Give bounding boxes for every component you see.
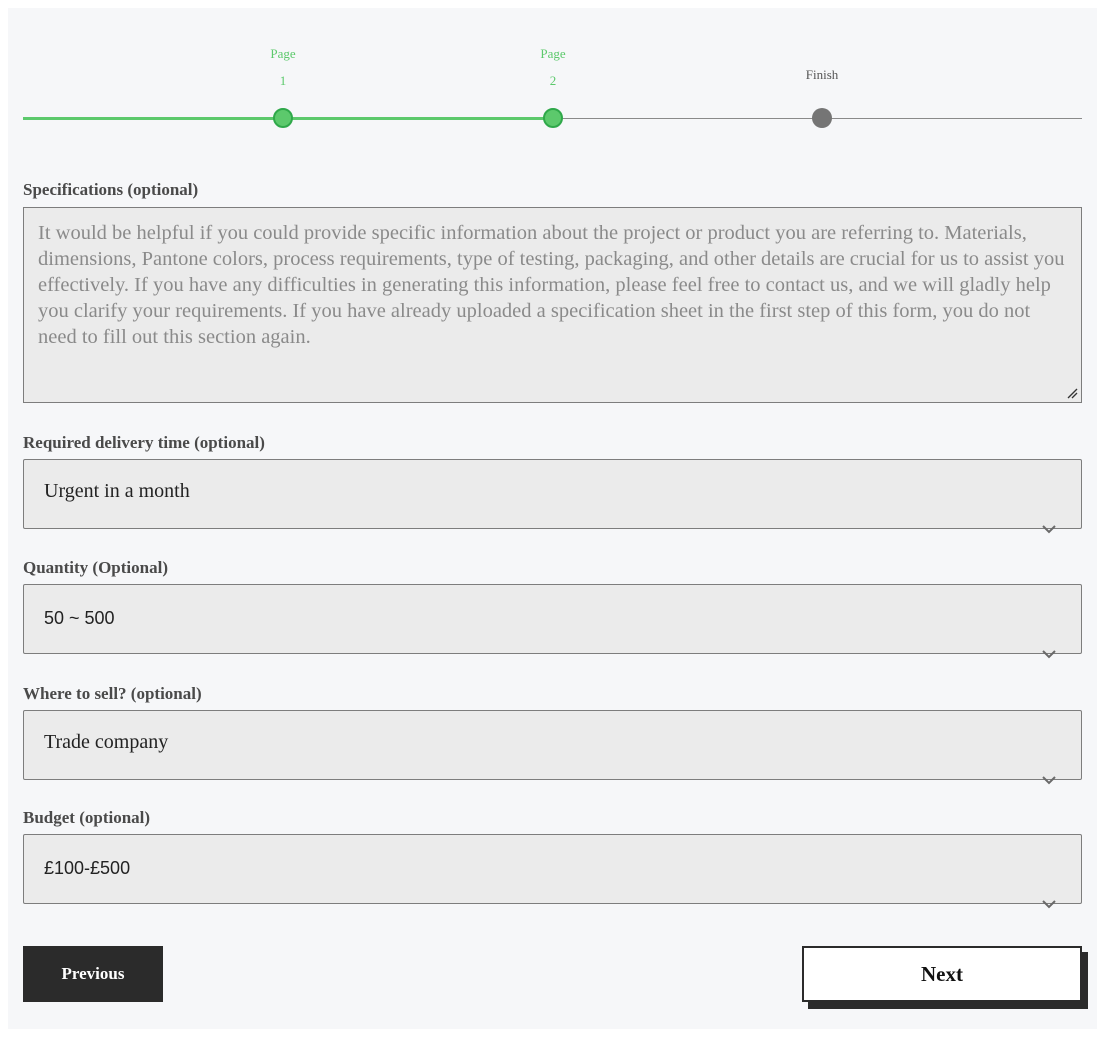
chevron-down-icon: [1042, 650, 1056, 659]
progress-step-finish: Finish: [782, 40, 862, 128]
specifications-textarea[interactable]: It would be helpful if you could provide…: [23, 207, 1082, 403]
progress-step-label: Page 1: [243, 40, 323, 94]
previous-button[interactable]: Previous: [23, 946, 163, 1002]
progress-step-title: Finish: [805, 66, 839, 82]
where-to-sell-select[interactable]: Trade company: [23, 710, 1082, 785]
budget-select[interactable]: £100-£500: [23, 834, 1082, 909]
budget-label: Budget (optional): [23, 808, 151, 827]
specifications-label: Specifications (optional): [23, 180, 199, 199]
step-pending-icon: [812, 108, 832, 128]
chevron-down-icon: [1042, 525, 1056, 534]
step-complete-icon: [273, 108, 293, 128]
quantity-select[interactable]: 50 ~ 500: [23, 584, 1082, 659]
progress-bar: Page 1 Page 2 Finish: [23, 40, 1082, 140]
specifications-placeholder: It would be helpful if you could provide…: [38, 222, 1065, 348]
progress-step-number: 1: [279, 73, 287, 88]
quantity-label: Quantity (Optional): [23, 558, 168, 577]
progress-step-title: Page: [540, 46, 566, 61]
progress-step-label: Page 2: [513, 40, 593, 94]
delivery-time-label: Required delivery time (optional): [23, 433, 265, 452]
where-to-sell-label: Where to sell? (optional): [23, 684, 202, 703]
resize-handle-icon[interactable]: [1066, 387, 1078, 399]
quantity-value: 50 ~ 500: [44, 608, 115, 628]
delivery-time-select[interactable]: Urgent in a month: [23, 459, 1082, 534]
step-complete-icon: [543, 108, 563, 128]
chevron-down-icon: [1042, 900, 1056, 909]
progress-step-title: Page: [270, 46, 296, 61]
progress-step-number: 2: [549, 73, 557, 88]
progress-step-label: Finish: [782, 40, 862, 94]
budget-value: £100-£500: [44, 858, 131, 878]
delivery-time-value: Urgent in a month: [44, 480, 190, 502]
where-to-sell-value: Trade company: [44, 731, 169, 753]
next-button[interactable]: Next: [802, 946, 1082, 1002]
progress-step-page-1: Page 1: [243, 40, 323, 128]
progress-step-page-2: Page 2: [513, 40, 593, 128]
chevron-down-icon: [1042, 776, 1056, 785]
